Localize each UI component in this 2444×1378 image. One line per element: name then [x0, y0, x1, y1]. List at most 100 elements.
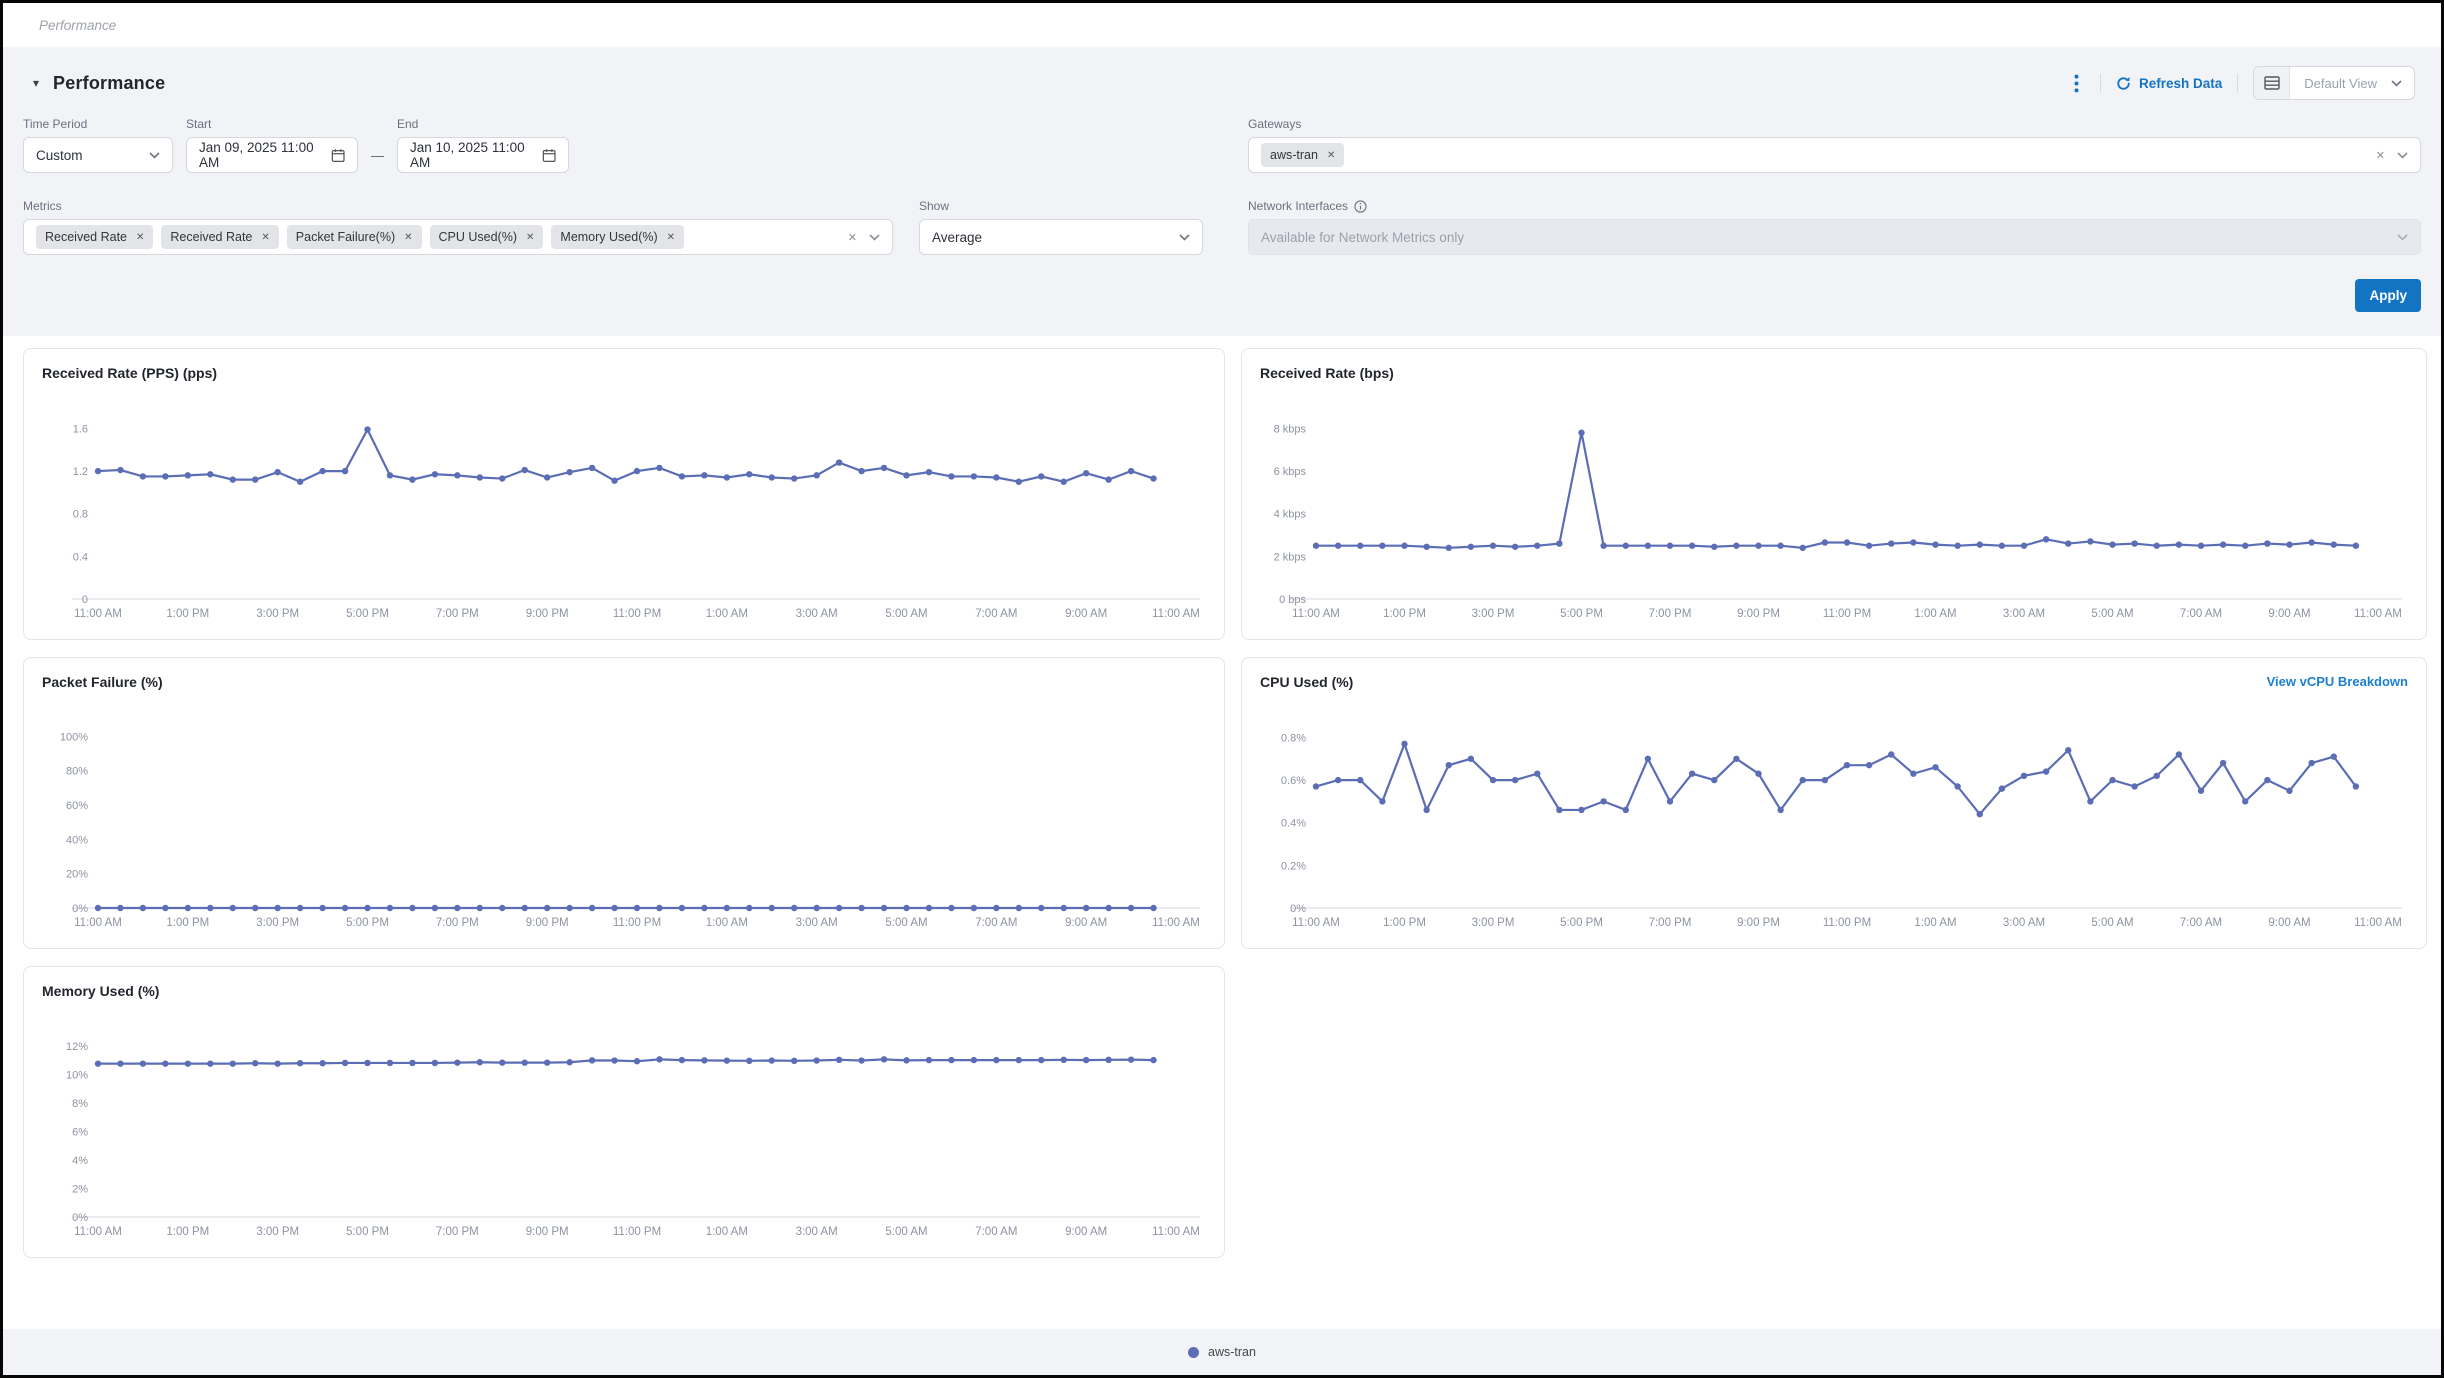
remove-tag-icon[interactable]: ✕: [526, 232, 534, 243]
svg-text:1:00 PM: 1:00 PM: [166, 917, 209, 929]
svg-text:7:00 AM: 7:00 AM: [2180, 917, 2222, 929]
date-range-separator: —: [371, 148, 384, 173]
end-date-value: Jan 10, 2025 11:00 AM: [410, 140, 542, 170]
end-date-group: End Jan 10, 2025 11:00 AM: [397, 117, 569, 173]
svg-text:9:00 PM: 9:00 PM: [1737, 608, 1780, 620]
svg-text:11:00 AM: 11:00 AM: [1292, 608, 1340, 620]
svg-text:7:00 PM: 7:00 PM: [436, 917, 479, 929]
svg-text:0%: 0%: [1290, 903, 1306, 915]
svg-text:4 kbps: 4 kbps: [1274, 509, 1307, 521]
svg-text:11:00 AM: 11:00 AM: [74, 917, 122, 929]
remove-tag-icon[interactable]: ✕: [136, 232, 144, 243]
clear-all-icon[interactable]: ✕: [848, 231, 857, 244]
svg-text:1:00 PM: 1:00 PM: [1383, 608, 1426, 620]
svg-text:6%: 6%: [72, 1126, 88, 1138]
chart-title: Received Rate (PPS) (pps): [42, 365, 217, 381]
svg-text:100%: 100%: [60, 731, 88, 743]
end-date-input[interactable]: Jan 10, 2025 11:00 AM: [397, 137, 569, 173]
time-period-label: Time Period: [23, 117, 173, 131]
svg-text:9:00 PM: 9:00 PM: [526, 917, 569, 929]
svg-text:5:00 PM: 5:00 PM: [346, 1226, 389, 1238]
svg-text:5:00 AM: 5:00 AM: [885, 608, 927, 620]
svg-text:1:00 AM: 1:00 AM: [706, 608, 748, 620]
metric-tag[interactable]: Received Rate✕: [161, 225, 278, 249]
remove-tag-icon[interactable]: ✕: [1327, 150, 1335, 161]
gateways-label: Gateways: [1248, 117, 2421, 131]
svg-text:3:00 PM: 3:00 PM: [256, 608, 299, 620]
metric-tag[interactable]: Memory Used(%)✕: [551, 225, 684, 249]
chevron-down-icon: [2397, 152, 2408, 159]
chart-card-received-rate-bps: Received Rate (bps) 8 kbps6 kbps4 kbps2 …: [1241, 348, 2427, 640]
svg-text:5:00 PM: 5:00 PM: [346, 917, 389, 929]
line-chart: 0.8%0.6%0.4%0.2%0%11:00 AM1:00 PM3:00 PM…: [1260, 700, 2408, 939]
remove-tag-icon[interactable]: ✕: [404, 232, 412, 243]
apply-button[interactable]: Apply: [2355, 279, 2421, 312]
svg-text:11:00 AM: 11:00 AM: [74, 608, 122, 620]
chart-legend: aws-tran: [3, 1329, 2441, 1375]
kebab-menu-button[interactable]: [2068, 70, 2085, 97]
panel-header: ▾ Performance Refresh Data Default Vie: [23, 63, 2421, 103]
performance-dashboard: Performance ▾ Performance Refresh Data: [0, 0, 2444, 1378]
svg-text:1:00 PM: 1:00 PM: [166, 1226, 209, 1238]
svg-text:9:00 AM: 9:00 AM: [1065, 1226, 1107, 1238]
start-date-value: Jan 09, 2025 11:00 AM: [199, 140, 331, 170]
svg-text:1.2: 1.2: [73, 466, 88, 478]
view-icon-segment: [2254, 67, 2290, 99]
svg-text:5:00 PM: 5:00 PM: [1560, 608, 1603, 620]
svg-text:0.6%: 0.6%: [1281, 775, 1306, 787]
svg-text:0.8%: 0.8%: [1281, 732, 1306, 744]
metric-tag[interactable]: CPU Used(%)✕: [430, 225, 544, 249]
remove-tag-icon[interactable]: ✕: [667, 232, 675, 243]
chevron-down-icon: [2397, 234, 2408, 241]
metrics-multiselect[interactable]: Received Rate✕ Received Rate✕ Packet Fai…: [23, 219, 893, 255]
legend-label[interactable]: aws-tran: [1208, 1345, 1256, 1359]
end-label: End: [397, 117, 569, 131]
svg-text:11:00 AM: 11:00 AM: [1152, 1226, 1200, 1238]
breadcrumb-bar: Performance: [3, 3, 2441, 47]
svg-text:9:00 AM: 9:00 AM: [1065, 608, 1107, 620]
chart-title: Memory Used (%): [42, 983, 159, 999]
remove-tag-icon[interactable]: ✕: [261, 232, 269, 243]
gateway-tag[interactable]: aws-tran ✕: [1261, 143, 1344, 167]
svg-text:7:00 AM: 7:00 AM: [975, 1226, 1017, 1238]
svg-text:7:00 PM: 7:00 PM: [436, 1226, 479, 1238]
refresh-data-button[interactable]: Refresh Data: [2116, 76, 2222, 91]
page-title: Performance: [53, 73, 165, 94]
metric-tag[interactable]: Received Rate✕: [36, 225, 153, 249]
time-period-select[interactable]: Custom: [23, 137, 173, 173]
show-select[interactable]: Average: [919, 219, 1203, 255]
gateways-multiselect[interactable]: aws-tran ✕ ✕: [1248, 137, 2421, 173]
svg-text:7:00 AM: 7:00 AM: [2180, 608, 2222, 620]
chart-title: Packet Failure (%): [42, 674, 163, 690]
view-vcpu-breakdown-link[interactable]: View vCPU Breakdown: [2267, 674, 2408, 689]
svg-text:1:00 PM: 1:00 PM: [166, 608, 209, 620]
metrics-label: Metrics: [23, 199, 893, 213]
clear-all-icon[interactable]: ✕: [2376, 149, 2385, 162]
svg-text:1:00 AM: 1:00 AM: [706, 917, 748, 929]
network-interfaces-group: Network Interfaces Available for Network…: [1248, 199, 2421, 255]
collapse-caret-icon[interactable]: ▾: [33, 77, 39, 89]
start-date-input[interactable]: Jan 09, 2025 11:00 AM: [186, 137, 358, 173]
panel-header-left: ▾ Performance: [33, 73, 165, 94]
svg-text:8 kbps: 8 kbps: [1274, 423, 1307, 435]
line-chart: 8 kbps6 kbps4 kbps2 kbps0 bps11:00 AM1:0…: [1260, 391, 2408, 630]
divider: [2100, 74, 2101, 92]
svg-text:5:00 AM: 5:00 AM: [885, 1226, 927, 1238]
svg-text:9:00 PM: 9:00 PM: [526, 608, 569, 620]
chart-card-cpu-used: CPU Used (%) View vCPU Breakdown 0.8%0.6…: [1241, 657, 2427, 949]
view-select[interactable]: Default View: [2253, 66, 2415, 100]
info-icon[interactable]: [1354, 200, 1367, 213]
start-label: Start: [186, 117, 358, 131]
chart-title: Received Rate (bps): [1260, 365, 1394, 381]
svg-text:6 kbps: 6 kbps: [1274, 466, 1307, 478]
metric-tag[interactable]: Packet Failure(%) ✕: [287, 225, 422, 249]
svg-text:5:00 AM: 5:00 AM: [2091, 608, 2133, 620]
calendar-icon: [331, 148, 345, 163]
svg-text:11:00 PM: 11:00 PM: [613, 1226, 661, 1238]
svg-text:0.4: 0.4: [73, 551, 88, 563]
metric-tag-label: Packet Failure(%): [296, 230, 395, 244]
svg-text:9:00 AM: 9:00 AM: [1065, 917, 1107, 929]
breadcrumb[interactable]: Performance: [39, 18, 116, 33]
time-period-value: Custom: [36, 148, 83, 163]
svg-text:11:00 AM: 11:00 AM: [2354, 917, 2402, 929]
